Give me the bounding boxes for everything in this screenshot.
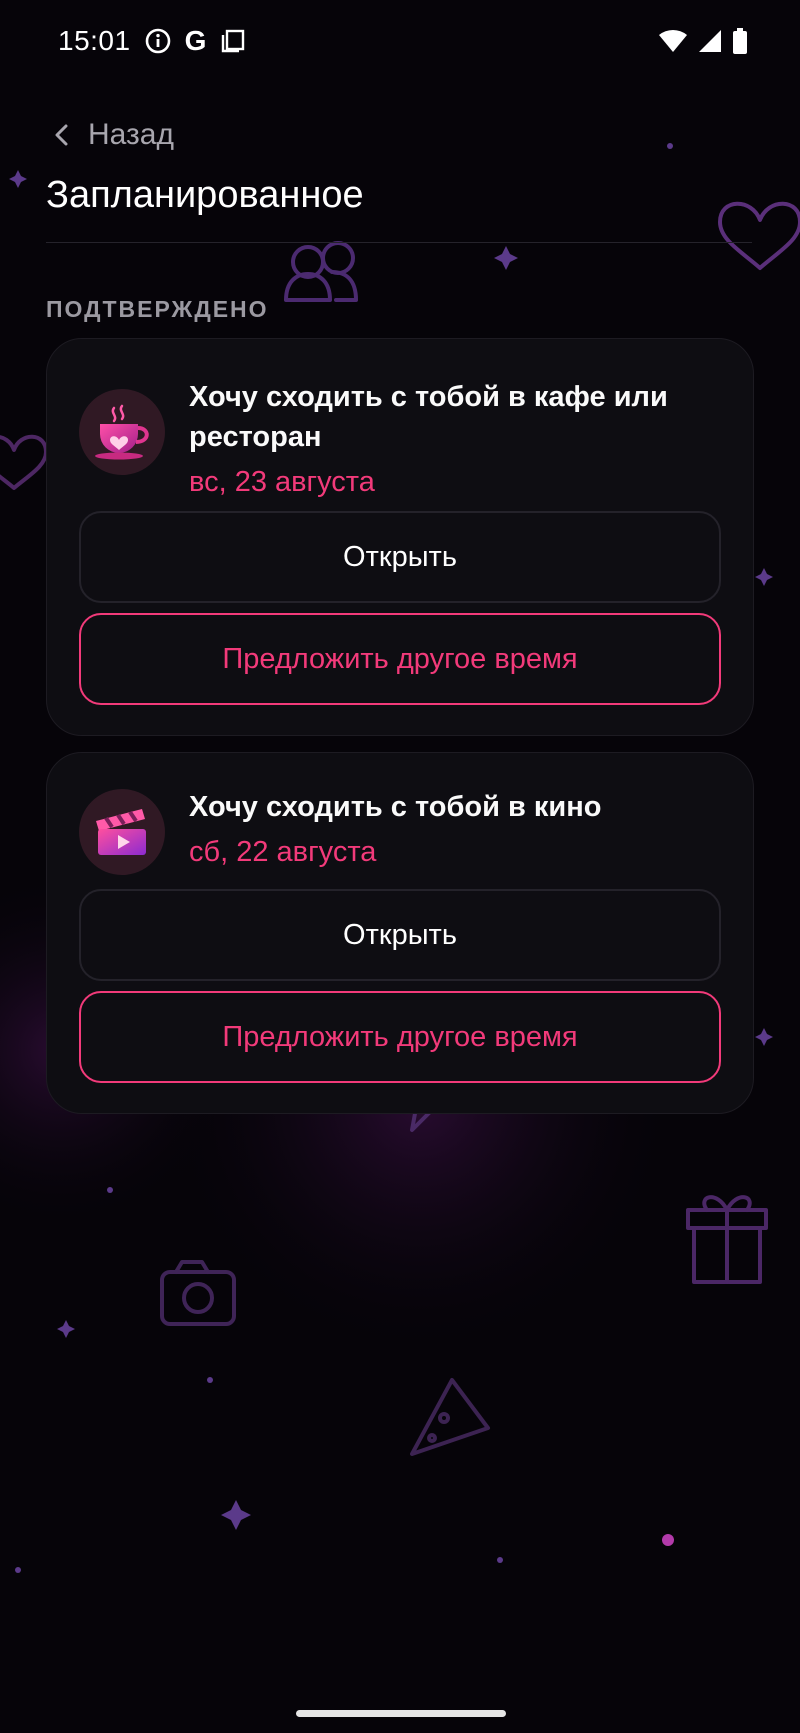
status-bar: 15:01 G: [0, 0, 800, 82]
info-icon: [145, 28, 170, 54]
battery-icon: [733, 28, 747, 54]
propose-time-button[interactable]: Предложить другое время: [79, 613, 721, 705]
page-title: Запланированное: [46, 174, 364, 216]
section-label: ПОДТВЕРЖДЕНО: [46, 296, 269, 322]
plan-avatar: [79, 389, 165, 475]
gift-icon: [686, 1195, 768, 1284]
google-icon: G: [184, 25, 207, 56]
plan-date: сб, 22 августа: [189, 836, 377, 868]
people-icon: [284, 241, 358, 302]
sparkle-icon: [57, 1320, 75, 1338]
sparkle-icon: [755, 1028, 773, 1046]
plan-date: вс, 23 августа: [189, 466, 375, 498]
coffee-cup-icon: [95, 404, 149, 460]
pizza-slice-icon: [410, 1378, 490, 1456]
plan-title: Хочу сходить с тобой в кино: [189, 791, 602, 823]
status-time: 15:01: [58, 25, 131, 56]
wifi-icon: [659, 29, 687, 52]
plan-card: Хочу сходить с тобой в кино сб, 22 авгус…: [46, 752, 754, 1114]
sparkle-icon: [494, 246, 518, 270]
sparkle-icon: [755, 568, 773, 586]
plan-avatar: [79, 789, 165, 875]
chevron-left-icon: [55, 124, 68, 146]
back-button[interactable]: Назад: [52, 112, 174, 158]
home-indicator[interactable]: [296, 1710, 506, 1717]
open-button[interactable]: Открыть: [79, 511, 721, 603]
plan-title-line: Хочу сходить с тобой в кафе или: [189, 381, 668, 413]
camera-icon: [160, 1260, 236, 1326]
clapperboard-icon: [96, 809, 146, 855]
sparkle-icon: [221, 1500, 251, 1530]
heart-outline-icon: [718, 201, 800, 270]
divider: [46, 242, 752, 243]
back-label: Назад: [88, 118, 174, 151]
signal-icon: [699, 30, 721, 52]
copy-icon: [222, 29, 245, 53]
open-button[interactable]: Открыть: [79, 889, 721, 981]
heart-outline-icon: [0, 434, 48, 490]
propose-time-button[interactable]: Предложить другое время: [79, 991, 721, 1083]
plan-title: Хочу сходить с тобой в кафе или ресторан: [189, 377, 668, 457]
plan-card: Хочу сходить с тобой в кафе или ресторан…: [46, 338, 754, 736]
plan-title-line: ресторан: [189, 421, 322, 453]
sparkle-icon: [9, 170, 27, 188]
